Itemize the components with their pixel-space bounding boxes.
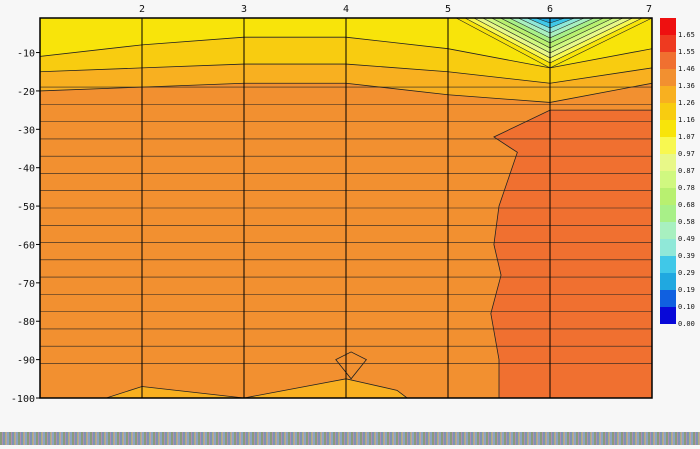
legend-swatch [660, 103, 676, 120]
y-tick-label: -70 [17, 279, 35, 290]
y-tick-label: -60 [17, 240, 35, 251]
x-tick-label: 3 [241, 4, 247, 15]
legend-swatch [660, 120, 676, 137]
chart-container: 2 3 4 5 6 7 -10 -20 -30 -40 -50 -60 -70 -80 -90 -100 1… [0, 0, 700, 445]
legend-label: 1.16 [678, 116, 695, 124]
legend-swatch [660, 307, 676, 324]
legend-swatch [660, 154, 676, 171]
legend-label: 0.58 [678, 218, 695, 226]
legend-swatch [660, 86, 676, 103]
legend-swatch [660, 205, 676, 222]
x-tick-label: 5 [445, 4, 451, 15]
legend-label: 0.68 [678, 201, 695, 209]
legend-swatch [660, 18, 676, 35]
legend-swatch [660, 171, 676, 188]
noise-strip [0, 432, 700, 445]
legend-swatch [660, 256, 676, 273]
legend-swatch [660, 137, 676, 154]
y-tick-label: -90 [17, 356, 35, 367]
legend-label: 0.29 [678, 269, 695, 277]
legend-swatch [660, 35, 676, 52]
color-legend: 1.65 1.55 1.46 1.36 1.26 1.16 1.07 0.97 0.87 0.78… [660, 18, 695, 328]
legend-label: 1.26 [678, 99, 695, 107]
legend-label: 0.49 [678, 235, 695, 243]
legend-label: 0.39 [678, 252, 695, 260]
x-axis-ticks: 2 3 4 5 6 7 [139, 4, 652, 15]
y-tick-label: -10 [17, 49, 35, 60]
legend-label: 1.46 [678, 65, 695, 73]
legend-swatch [660, 222, 676, 239]
x-tick-label: 7 [646, 4, 652, 15]
legend-label: 0.97 [678, 150, 695, 158]
legend-label: 0.19 [678, 286, 695, 294]
legend-label: 1.65 [678, 31, 695, 39]
legend-swatch [660, 69, 676, 86]
y-tick-label: -20 [17, 87, 35, 98]
y-tick-label: -80 [17, 317, 35, 328]
x-tick-label: 6 [547, 4, 553, 15]
legend-swatch [660, 273, 676, 290]
y-tick-label: -40 [17, 164, 35, 175]
legend-label: 0.10 [678, 303, 695, 311]
y-axis-ticks: -10 -20 -30 -40 -50 -60 -70 -80 -90 -100 [11, 49, 40, 405]
legend-label: 0.78 [678, 184, 695, 192]
legend-swatch [660, 52, 676, 69]
legend-swatch [660, 239, 676, 256]
legend-swatch [660, 290, 676, 307]
x-tick-label: 4 [343, 4, 349, 15]
y-tick-label: -100 [11, 394, 35, 405]
legend-label: 1.07 [678, 133, 695, 141]
y-tick-label: -50 [17, 202, 35, 213]
contour-chart: 2 3 4 5 6 7 -10 -20 -30 -40 -50 -60 -70 -80 -90 -100 1… [11, 4, 695, 405]
legend-label: 1.55 [678, 48, 695, 56]
legend-label: 0.87 [678, 167, 695, 175]
x-tick-label: 2 [139, 4, 145, 15]
y-tick-label: -30 [17, 125, 35, 136]
legend-label: 0.00 [678, 320, 695, 328]
legend-swatch [660, 188, 676, 205]
legend-label: 1.36 [678, 82, 695, 90]
